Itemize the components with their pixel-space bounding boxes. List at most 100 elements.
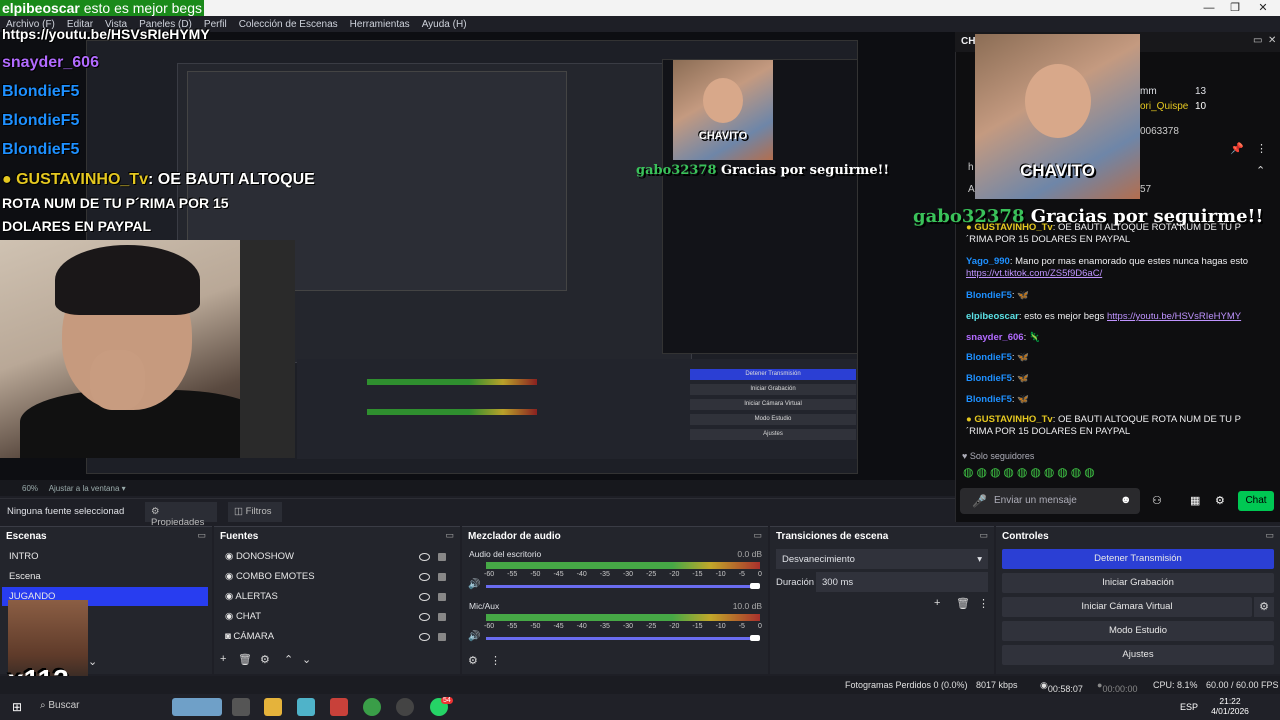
overlay-name-3: BlondieF5 — [2, 112, 80, 129]
collapse-icon[interactable]: ⌃ — [1256, 164, 1265, 177]
pin-icon[interactable]: 📌 — [1230, 142, 1244, 155]
meter-ticks: -60 -55 -50 -45 -40 -35 -30 -25 -20 -15 -10 -5 0 — [484, 571, 762, 578]
trash-icon[interactable]: 🗑 — [238, 653, 252, 666]
chat-message: snayder_606: 🦎 — [966, 332, 1041, 343]
volume-slider-knob[interactable] — [750, 583, 760, 589]
source-item[interactable]: ◉ DONOSHOW — [218, 547, 454, 566]
volume-slider[interactable] — [486, 637, 756, 640]
kebab-menu-icon[interactable]: ⋮ — [490, 654, 501, 667]
webcam-feed — [0, 240, 295, 458]
trash-icon[interactable]: 🗑 — [956, 597, 970, 610]
lock-icon[interactable] — [438, 633, 446, 641]
move-down-icon[interactable]: ⌄ — [302, 653, 311, 666]
mic-icon[interactable]: 🎤 — [972, 494, 987, 508]
chrome-icon[interactable] — [363, 698, 381, 716]
settings-button[interactable]: Ajustes — [1002, 645, 1274, 665]
fit-window-option[interactable]: Ajustar a la ventana — [49, 484, 120, 493]
transition-select[interactable]: Desvanecimiento ▾ — [776, 549, 988, 569]
volume-icon[interactable]: 🔊 — [468, 579, 480, 590]
mixer-channel-name: Audio del escritorio — [469, 549, 542, 559]
add-transition-icon[interactable]: + — [934, 597, 940, 609]
preview-zoom-bar: 60% Ajustar a la ventana ▾ — [0, 480, 955, 496]
top-user-1: mm 13 — [1140, 86, 1207, 97]
lock-icon[interactable] — [438, 613, 446, 621]
start-icon[interactable]: ⊞ — [12, 700, 22, 714]
chat-popout-button[interactable]: ▭ — [1253, 35, 1262, 46]
dock-popout-icon[interactable]: ▭ — [1265, 530, 1274, 541]
volume-slider-knob[interactable] — [750, 635, 760, 641]
settings-icon[interactable]: ⚙ — [1215, 494, 1225, 507]
controls-title: Controles — [1002, 531, 1049, 542]
stop-streaming-button[interactable]: Detener Transmisión — [1002, 549, 1274, 569]
dock-popout-icon[interactable]: ▭ — [197, 530, 206, 541]
top-user-2: ori_Quispe 10 — [1140, 101, 1207, 112]
minimize-button[interactable]: — — [1196, 0, 1222, 16]
chat-message: BlondieF5: 🦋 — [966, 373, 1030, 384]
file-explorer-icon[interactable] — [264, 698, 282, 716]
visibility-eye-icon[interactable] — [419, 633, 430, 641]
close-button[interactable]: ✕ — [1250, 0, 1276, 16]
dock-popout-icon[interactable]: ▭ — [445, 530, 454, 541]
kebab-icon[interactable]: ⋮ — [1256, 142, 1267, 155]
lock-icon[interactable] — [438, 553, 446, 561]
chat-close-button[interactable]: ✕ — [1268, 35, 1276, 46]
chat-link[interactable]: https://youtu.be/HSVsRIeHYMY — [1107, 311, 1241, 322]
dock-popout-icon[interactable]: ▭ — [753, 530, 762, 541]
menu-help[interactable]: Ayuda (H) — [422, 19, 467, 30]
properties-button[interactable]: ⚙ Propiedades — [145, 502, 217, 528]
store-icon[interactable]: ▦ — [1190, 494, 1200, 507]
dock-popout-icon[interactable]: ▭ — [979, 530, 988, 541]
taskbar-search[interactable]: ⌕ Buscar — [40, 700, 80, 711]
lock-icon[interactable] — [438, 593, 446, 601]
virtual-camera-settings-icon[interactable]: ⚙ — [1254, 597, 1274, 617]
scene-item[interactable]: INTRO — [2, 547, 208, 566]
volume-icon[interactable]: 🔊 — [468, 631, 480, 642]
mixer-settings-icon[interactable]: ⚙ — [468, 654, 478, 667]
start-virtual-camera-button[interactable]: Iniciar Cámara Virtual — [1002, 597, 1252, 617]
chat-link[interactable]: https://vt.tiktok.com/ZS5f9D6aC/ — [966, 268, 1102, 279]
channel-points-icon[interactable]: ⚇ — [1152, 494, 1162, 507]
visibility-eye-icon[interactable] — [419, 553, 430, 561]
chat-send-button[interactable]: Chat — [1238, 491, 1274, 511]
filters-button[interactable]: ◫ Filtros — [228, 502, 282, 522]
overlay-name-1: snayder_606 — [2, 54, 99, 71]
app-icon[interactable] — [297, 698, 315, 716]
menu-scene-collection[interactable]: Colección de Escenas — [239, 19, 338, 30]
move-up-icon[interactable]: ⌃ — [284, 653, 293, 666]
chat-message: ● GUSTAVINHO_Tv: OE BAUTI ALTOQUE ROTA N… — [966, 414, 1241, 437]
visibility-eye-icon[interactable] — [419, 593, 430, 601]
zoom-level[interactable]: 60% — [22, 484, 38, 493]
source-item[interactable]: ◙ CÁMARA — [218, 627, 454, 646]
gear-icon[interactable]: ⚙ — [260, 653, 270, 666]
app-icon[interactable] — [330, 698, 348, 716]
kebab-menu-icon[interactable]: ⋮ — [978, 597, 989, 610]
language-indicator[interactable]: ESP — [1180, 702, 1198, 712]
clock[interactable]: 21:22 4/01/2026 — [1206, 696, 1254, 716]
emoji-icon[interactable]: ☻ — [1120, 494, 1132, 506]
emote-bar[interactable]: ◍◍◍◍◍◍◍◍◍◍ — [963, 465, 1098, 479]
alert-gif-large: CHAVITO — [975, 34, 1140, 199]
chevron-down-icon[interactable]: ⌄ — [88, 655, 97, 668]
search-highlight-image — [172, 698, 222, 716]
audio-meter — [486, 614, 760, 621]
duration-input[interactable]: 300 ms — [816, 572, 988, 592]
visibility-eye-icon[interactable] — [419, 613, 430, 621]
source-item[interactable]: ◉ CHAT — [218, 607, 454, 626]
source-item[interactable]: ◉ COMBO EMOTES — [218, 567, 454, 586]
followers-only-label: ♥ Solo seguidores — [962, 451, 1035, 461]
obs-icon[interactable] — [396, 698, 414, 716]
start-recording-button[interactable]: Iniciar Grabación — [1002, 573, 1274, 593]
lock-icon[interactable] — [438, 573, 446, 581]
studio-mode-button[interactable]: Modo Estudio — [1002, 621, 1274, 641]
no-source-label: Ninguna fuente seleccionad — [7, 506, 125, 517]
add-source-icon[interactable]: + — [220, 653, 226, 665]
menu-tools[interactable]: Herramientas — [350, 19, 410, 30]
scene-item[interactable]: Escena — [2, 567, 208, 586]
source-item[interactable]: ◉ ALERTAS — [218, 587, 454, 606]
chat-input[interactable]: Enviar un mensaje — [960, 488, 1140, 514]
maximize-button[interactable]: ❐ — [1222, 0, 1248, 16]
overlay-url: https://youtu.be/HSVsRIeHYMY — [2, 26, 210, 42]
volume-slider[interactable] — [486, 585, 756, 588]
task-view-icon[interactable] — [232, 698, 250, 716]
visibility-eye-icon[interactable] — [419, 573, 430, 581]
